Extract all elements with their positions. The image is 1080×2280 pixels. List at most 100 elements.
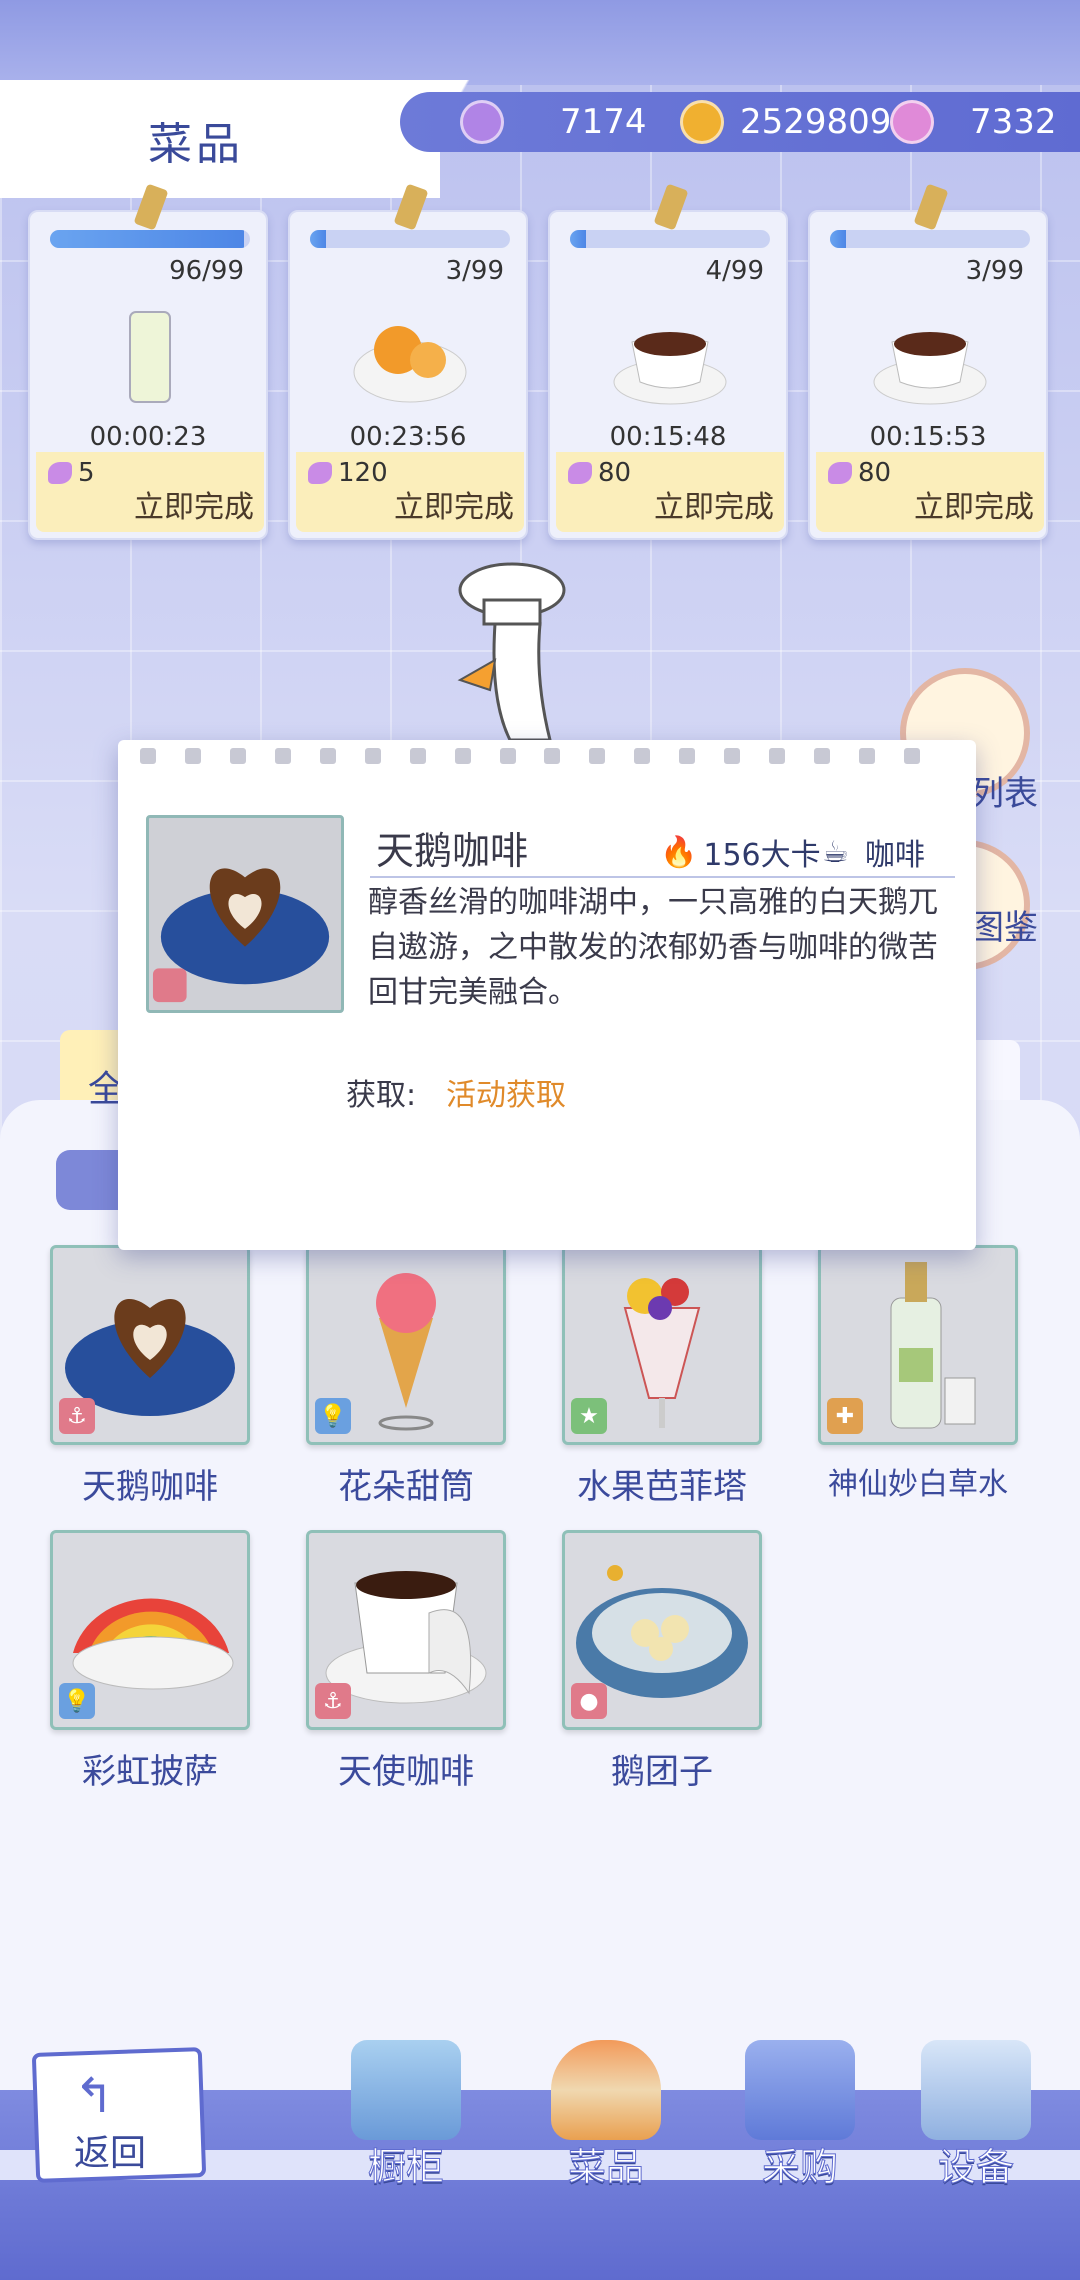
dish-image: 💡: [50, 1530, 250, 1730]
coin-count: 2529809: [740, 102, 892, 142]
purple-gem-icon: [460, 100, 504, 144]
dish-image: ⚓: [306, 1530, 506, 1730]
bulb-badge-icon: 💡: [315, 1398, 351, 1434]
progress-fill: [310, 230, 326, 248]
progress-fill: [50, 230, 244, 248]
dish-image: ●: [562, 1530, 762, 1730]
nav-label: 设备: [937, 2145, 1014, 2190]
top-banner: [0, 0, 1080, 85]
feather-icon: [568, 462, 592, 484]
queue-timer: 00:15:53: [869, 422, 987, 452]
milk-drink-icon: [129, 311, 171, 403]
dish-card[interactable]: ★ 水果芭菲塔: [562, 1245, 762, 1508]
nav-equipment[interactable]: 设备: [906, 2040, 1046, 2191]
progress-bar: [310, 230, 510, 248]
dish-card[interactable]: ✚ 神仙妙白草水: [818, 1245, 1018, 1503]
nav-label: 橱柜: [367, 2145, 444, 2190]
chef-goose-mascot: [457, 562, 566, 740]
queue-count: 3/99: [965, 256, 1024, 286]
nav-purchase[interactable]: 采购: [730, 2040, 870, 2191]
list-label: 列表: [970, 774, 1038, 814]
popup-category: ☕ 咖啡: [822, 830, 925, 874]
coffee-cup-icon: ☕: [822, 834, 849, 870]
gold-coin-icon: [680, 100, 724, 144]
puzzle-badge-icon: ✚: [827, 1398, 863, 1434]
dish-card[interactable]: ● 鹅团子: [562, 1530, 762, 1793]
dish-name: 水果芭菲塔: [577, 1467, 747, 1507]
nav-cabinet[interactable]: 橱柜: [336, 2040, 476, 2191]
notebook-binding: [140, 748, 920, 764]
dish-image: ⚓: [50, 1245, 250, 1445]
clip-icon: [913, 183, 949, 231]
finish-cost: 5: [48, 458, 95, 488]
cooking-queue-card[interactable]: 3/99 00:15:53 80 立即完成: [808, 183, 1048, 540]
dish-name: 鹅团子: [611, 1752, 713, 1792]
nav-dishes[interactable]: 菜品: [536, 2040, 676, 2191]
dish-card[interactable]: 💡 花朵甜筒: [306, 1245, 506, 1508]
dish-name: 天使咖啡: [338, 1752, 474, 1792]
coffee-cup-icon: [873, 332, 987, 405]
dish-card[interactable]: 💡 彩虹披萨: [50, 1530, 250, 1793]
cost-value: 120: [338, 458, 388, 488]
cooking-queue-card[interactable]: 4/99 00:15:48 80 立即完成: [548, 183, 788, 540]
category-value: 咖啡: [864, 838, 925, 873]
bulb-badge-icon: 💡: [59, 1683, 95, 1719]
cooking-queue-card[interactable]: 3/99 00:23:56 120 立即完成: [288, 183, 528, 540]
feather-icon: [308, 462, 332, 484]
queue-count: 4/99: [705, 256, 764, 286]
finish-now-area: 80 立即完成: [556, 452, 784, 532]
resource-coins[interactable]: 2529809: [680, 92, 891, 152]
cost-value: 80: [598, 458, 632, 488]
feather-count: 7332: [970, 102, 1057, 142]
back-arrow-icon: ↰: [74, 2068, 115, 2124]
guide-label: 图鉴: [970, 908, 1038, 948]
clip-icon: [653, 183, 689, 231]
flame-icon: 🔥: [660, 834, 698, 870]
dish-image: ✚: [818, 1245, 1018, 1445]
finish-now-button[interactable]: 立即完成: [914, 482, 1034, 526]
progress-fill: [570, 230, 586, 248]
popup-description: 醇香丝滑的咖啡湖中，一只高雅的白天鹅兀自遨游，之中散发的浓郁奶香与咖啡的微苦回甘…: [368, 885, 938, 1010]
finish-now-button[interactable]: 立即完成: [134, 482, 254, 526]
cabinet-icon: [351, 2040, 461, 2140]
dish-name: 彩虹披萨: [82, 1752, 218, 1792]
cost-value: 80: [858, 458, 892, 488]
progress-bar: [50, 230, 250, 248]
finish-now-area: 120 立即完成: [296, 452, 524, 532]
shopping-bag-icon: [745, 2040, 855, 2140]
popup-dish-name: 天鹅咖啡: [376, 829, 529, 873]
lantern-badge-icon: ●: [571, 1683, 607, 1719]
page-title: 菜品: [148, 119, 244, 170]
cost-value: 5: [78, 458, 95, 488]
nav-label: 采购: [761, 2145, 838, 2190]
cooking-queue-card[interactable]: 96/99 00:00:23 5 立即完成: [28, 183, 268, 540]
burger-icon: [551, 2040, 661, 2140]
dish-card[interactable]: ⚓ 天使咖啡: [306, 1530, 506, 1793]
resource-feathers[interactable]: 7332: [890, 92, 1057, 152]
calories-value: 156大卡: [703, 838, 821, 873]
dish-image: 💡: [306, 1245, 506, 1445]
finish-cost: 120: [308, 458, 388, 488]
popup-calories: 🔥 156大卡: [660, 830, 821, 874]
finish-now-button[interactable]: 立即完成: [654, 482, 774, 526]
resource-gems[interactable]: 7174: [460, 92, 647, 152]
swan-feather-icon: [890, 100, 934, 144]
dish-card[interactable]: ⚓ 天鹅咖啡: [50, 1245, 250, 1508]
feather-icon: [48, 462, 72, 484]
star-badge-icon: ★: [571, 1398, 607, 1434]
popup-dish-image: [146, 815, 344, 1013]
anchor-badge-icon: ⚓: [59, 1398, 95, 1434]
coffee-machine-icon: [921, 2040, 1031, 2140]
anchor-badge-icon: ⚓: [315, 1683, 351, 1719]
queue-timer: 00:15:48: [609, 422, 727, 452]
finish-now-button[interactable]: 立即完成: [394, 482, 514, 526]
nav-label: 菜品: [567, 2145, 644, 2190]
queue-count: 3/99: [445, 256, 504, 286]
queue-timer: 00:00:23: [89, 422, 207, 452]
orange-dessert-icon: [353, 326, 467, 403]
progress-bar: [830, 230, 1030, 248]
coffee-cup-icon: [613, 332, 727, 405]
gem-count: 7174: [560, 102, 647, 142]
source-link[interactable]: 活动获取: [446, 1070, 566, 1114]
finish-now-area: 80 立即完成: [816, 452, 1044, 532]
